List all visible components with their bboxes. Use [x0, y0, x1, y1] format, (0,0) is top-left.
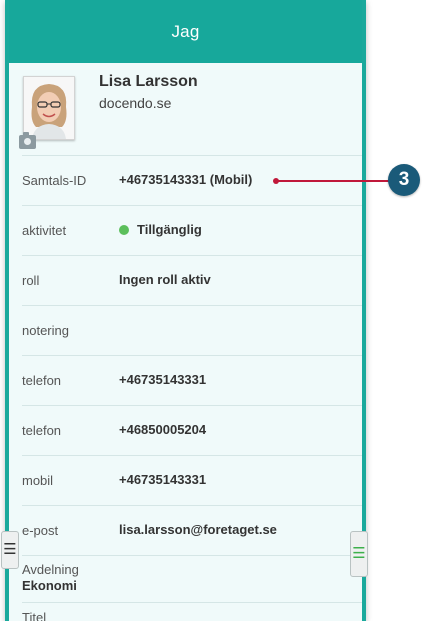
- detail-row-note[interactable]: notering: [22, 305, 362, 355]
- camera-icon[interactable]: [19, 132, 36, 149]
- detail-row-department[interactable]: Avdelning Ekonomi: [22, 555, 362, 602]
- status-text: Tillgänglig: [137, 222, 202, 237]
- detail-label: aktivitet: [22, 223, 67, 238]
- detail-row-role[interactable]: roll Ingen roll aktiv: [22, 255, 362, 305]
- detail-value: +46735143331: [119, 472, 207, 487]
- detail-label: notering: [22, 323, 69, 338]
- detail-label: Avdelning: [22, 562, 79, 577]
- detail-label: e-post: [22, 523, 59, 538]
- detail-value: Ingen roll aktiv: [119, 272, 211, 287]
- detail-label: telefon: [22, 423, 62, 438]
- detail-value: +46850005204: [119, 422, 207, 437]
- profile-section: Lisa Larsson docendo.se: [9, 63, 362, 155]
- detail-label: roll: [22, 273, 40, 288]
- detail-value: Ekonomi: [22, 578, 77, 593]
- callout-line: [276, 180, 391, 182]
- detail-value: +46735143331 (Mobil): [119, 172, 253, 187]
- detail-row-mobile[interactable]: mobil +46735143331: [22, 455, 362, 505]
- app-header: Jag: [9, 0, 362, 63]
- avatar[interactable]: [23, 76, 75, 140]
- avatar-photo: [24, 77, 74, 139]
- callout-badge: 3: [388, 164, 420, 196]
- detail-label: Samtals-ID: [22, 173, 87, 188]
- right-menu-hamburger-icon[interactable]: ☰: [350, 531, 368, 577]
- profile-name: Lisa Larsson: [99, 73, 198, 90]
- contact-details-list: Samtals-ID +46735143331 (Mobil) aktivite…: [9, 155, 362, 621]
- status-dot-icon: [119, 224, 129, 235]
- detail-value: +46735143331: [119, 372, 207, 387]
- phone-screen: Jag Lisa Larsson docendo.se Samtals-ID +…: [5, 0, 366, 621]
- detail-label: mobil: [22, 473, 54, 488]
- detail-row-activity[interactable]: aktivitet Tillgänglig: [22, 205, 362, 255]
- detail-label: telefon: [22, 373, 62, 388]
- detail-row-phone[interactable]: telefon +46850005204: [22, 405, 362, 455]
- detail-row-title[interactable]: Titel: [22, 602, 362, 621]
- detail-row-email[interactable]: e-post lisa.larsson@foretaget.se: [22, 505, 362, 555]
- profile-domain: docendo.se: [99, 95, 172, 111]
- detail-value: lisa.larsson@foretaget.se: [119, 522, 277, 537]
- detail-row-phone[interactable]: telefon +46735143331: [22, 355, 362, 405]
- detail-value-wrap: Tillgänglig: [119, 222, 202, 237]
- detail-label: Titel: [22, 610, 47, 621]
- page-title: Jag: [171, 21, 200, 41]
- left-menu-hamburger-icon[interactable]: ☰: [1, 531, 19, 569]
